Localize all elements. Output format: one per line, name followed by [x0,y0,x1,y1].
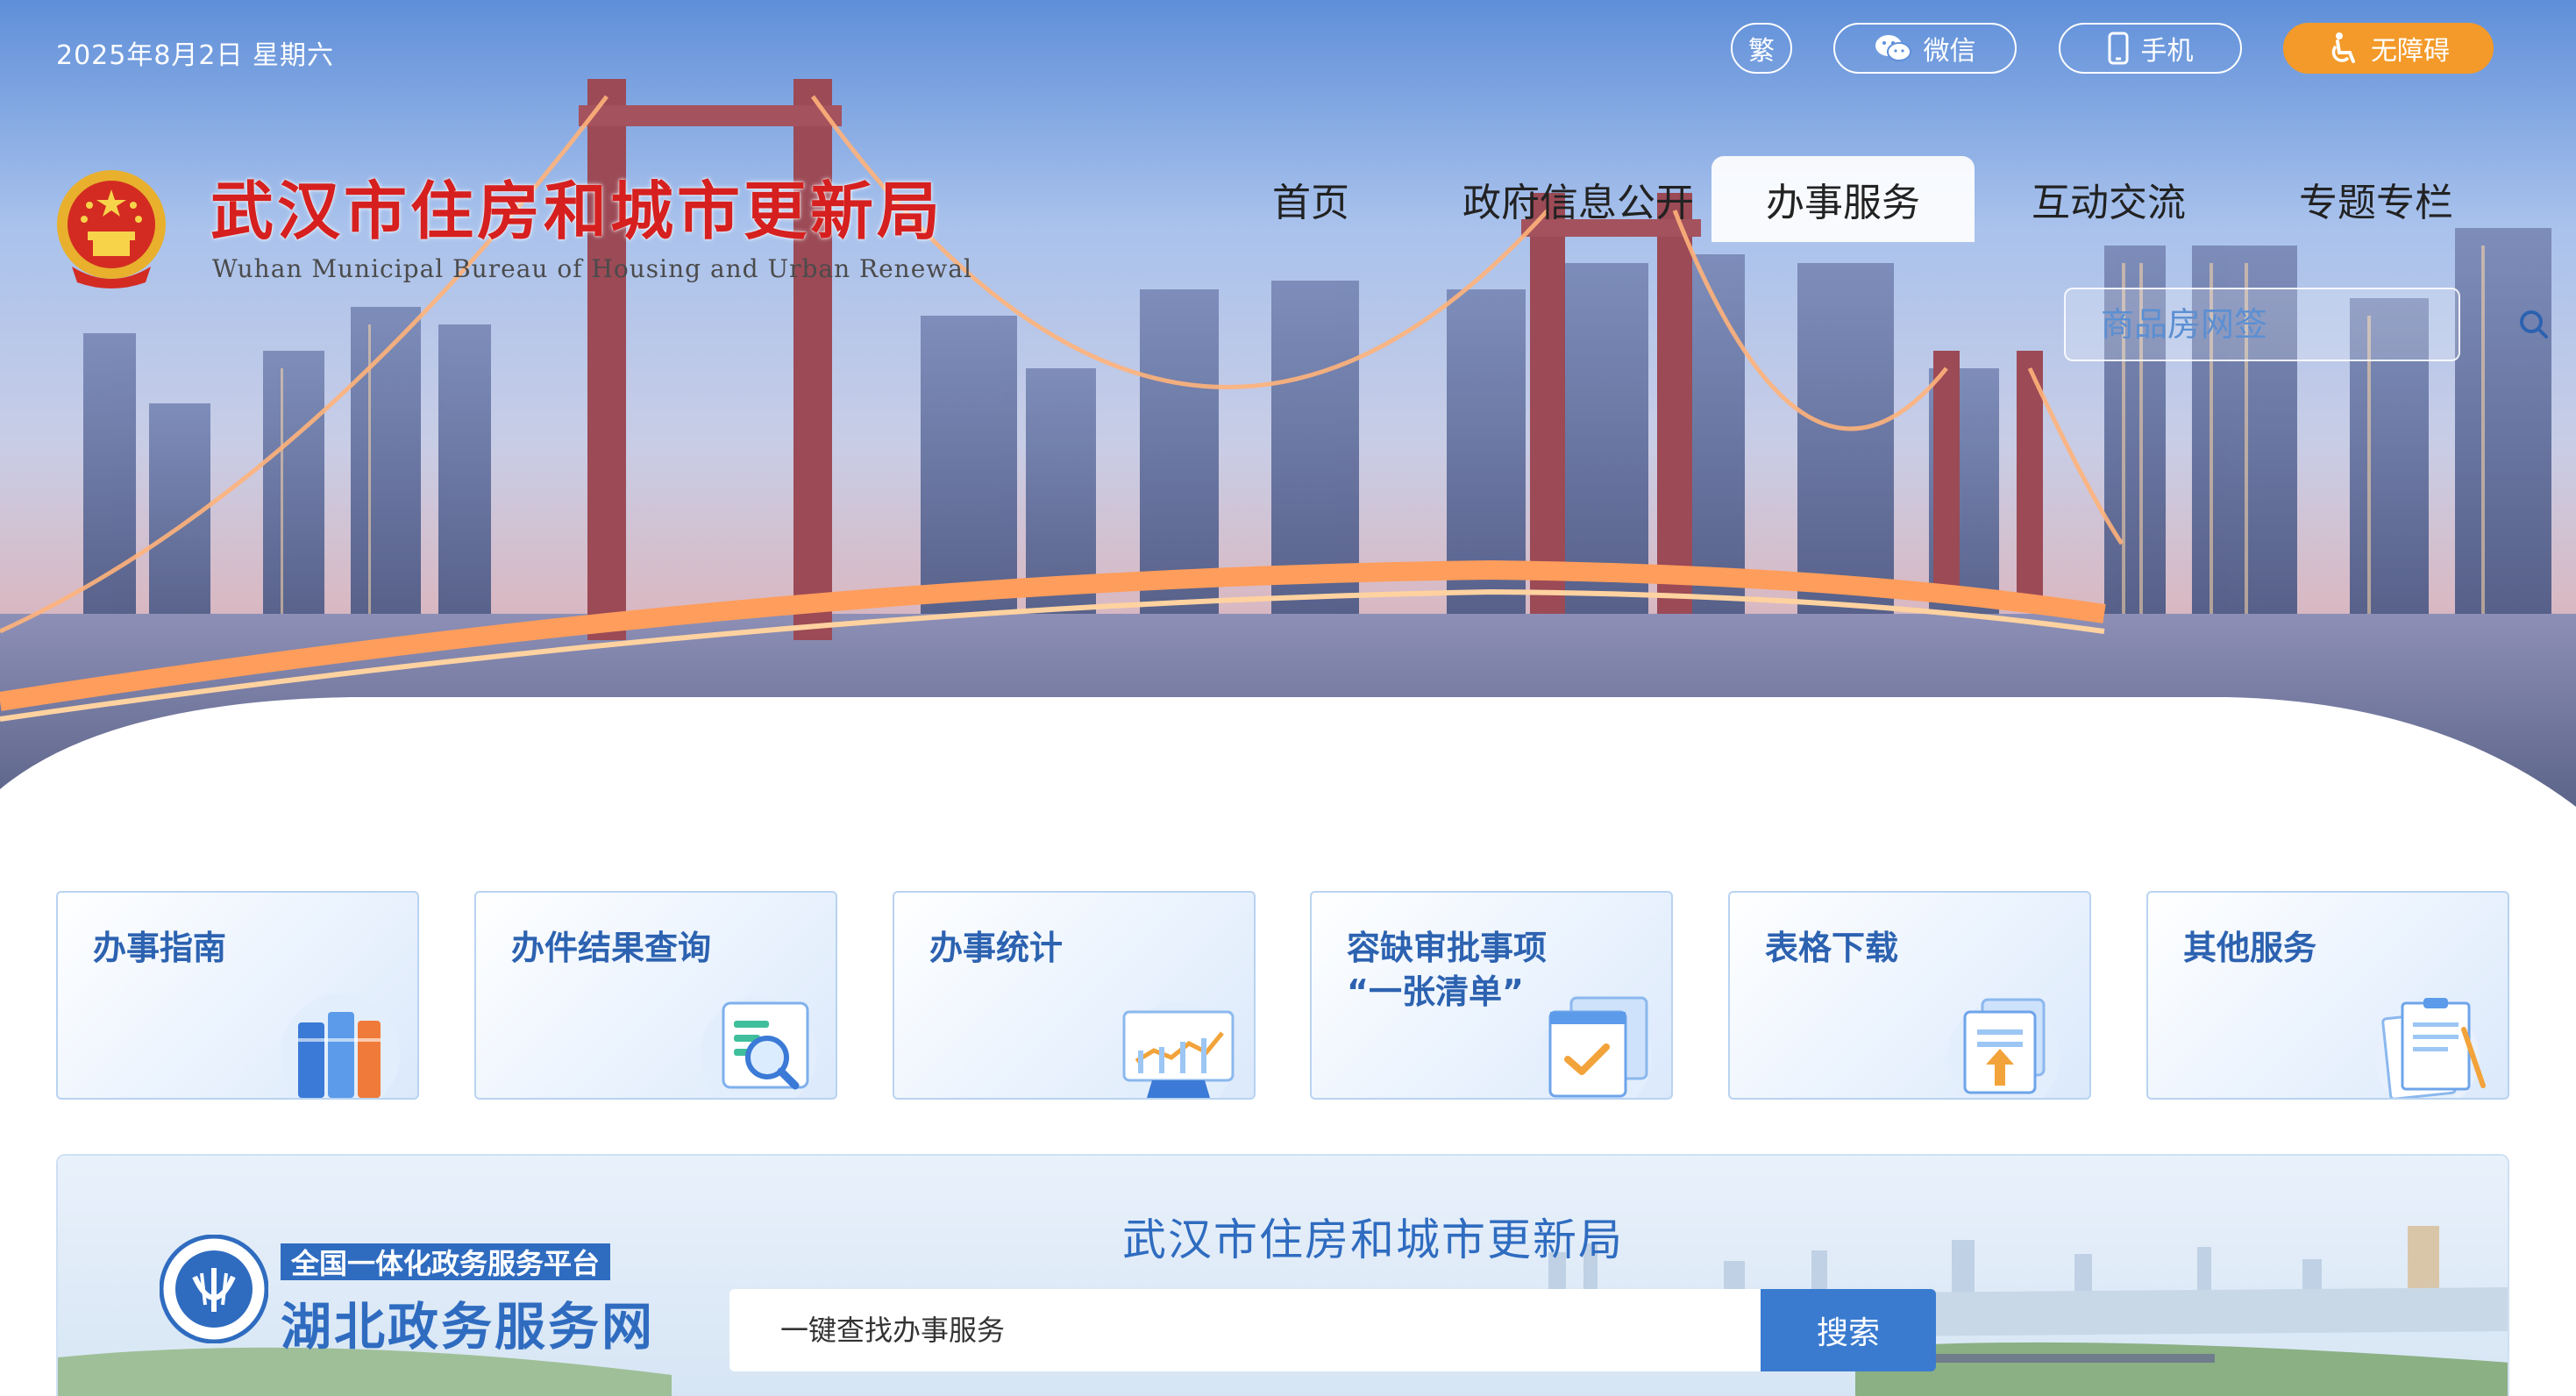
service-card-approval-list[interactable]: 容缺审批事项 “一张清单” [1310,891,1673,1100]
site-search-input[interactable] [2066,288,2517,360]
platform-name: 湖北政务服务网 [281,1297,656,1357]
service-card-title: 表格下载 [1765,929,1899,967]
current-date: 2025年8月2日 星期六 [56,40,335,71]
service-card-other[interactable]: 其他服务 [2146,891,2509,1100]
city-bridge-backdrop [0,0,2576,807]
nav-government-info[interactable]: 政府信息公开 [1447,156,1710,242]
search-icon [2520,310,2548,338]
site-search [2064,288,2548,361]
nav-home[interactable]: 首页 [1254,156,1368,242]
download-document-icon [1947,998,2060,1098]
national-emblem-icon [57,170,166,288]
traditional-chinese-button[interactable]: 繁 [1731,23,1792,74]
service-search-button[interactable]: 搜索 [1761,1289,1936,1371]
hubei-gov-service-logo-icon [160,1235,268,1343]
wechat-button[interactable]: 微信 [1833,23,2017,74]
document-search-icon [701,996,816,1098]
books-icon [281,994,400,1098]
wechat-icon [1875,35,1911,61]
mobile-label: 手机 [2140,36,2194,67]
service-card-title: 其他服务 [2183,929,2317,967]
service-card-guide[interactable]: 办事指南 [56,891,419,1100]
nav-interaction[interactable]: 互动交流 [2017,156,2201,242]
accessibility-label: 无障碍 [2371,36,2450,67]
service-card-title: 办件结果查询 [511,929,712,967]
service-card-title: 办事统计 [929,929,1064,967]
platform-bureau-title: 武汉市住房和城市更新局 [1122,1214,1624,1265]
nav-special-topics[interactable]: 专题专栏 [2280,156,2473,242]
mobile-button[interactable]: 手机 [2059,23,2242,74]
service-card-statistics[interactable]: 办事统计 [893,891,1256,1100]
service-card-form-download[interactable]: 表格下载 [1728,891,2091,1100]
accessibility-button[interactable]: 无障碍 [2283,23,2494,74]
checklist-icon [1540,996,1652,1098]
wheelchair-icon [2331,32,2355,63]
service-card-title: 办事指南 [93,929,227,967]
nav-services[interactable]: 办事服务 [1711,156,1975,242]
chart-monitor-icon [1122,1001,1235,1098]
site-title-english: Wuhan Municipal Bureau of Housing and Ur… [212,254,972,283]
service-search-input[interactable] [729,1289,1761,1371]
header-banner: 2025年8月2日 星期六 繁 微信 手机 无障碍 武汉市住房和城市更新局 Wu… [0,0,2576,807]
wechat-label: 微信 [1923,36,1976,67]
site-title: 武汉市住房和城市更新局 [210,174,944,248]
mobile-phone-icon [2108,32,2128,65]
traditional-chinese-label: 繁 [1748,36,1775,67]
search-button[interactable] [2517,289,2551,360]
hubei-platform-banner: 全国一体化政务服务平台 湖北政务服务网 武汉市住房和城市更新局 搜索 [56,1154,2509,1396]
clipboard-icon [2374,998,2486,1098]
service-card-result-query[interactable]: 办件结果查询 [474,891,837,1100]
platform-badge: 全国一体化政务服务平台 [281,1243,611,1280]
service-card-title-line1: 容缺审批事项 [1347,929,1548,967]
